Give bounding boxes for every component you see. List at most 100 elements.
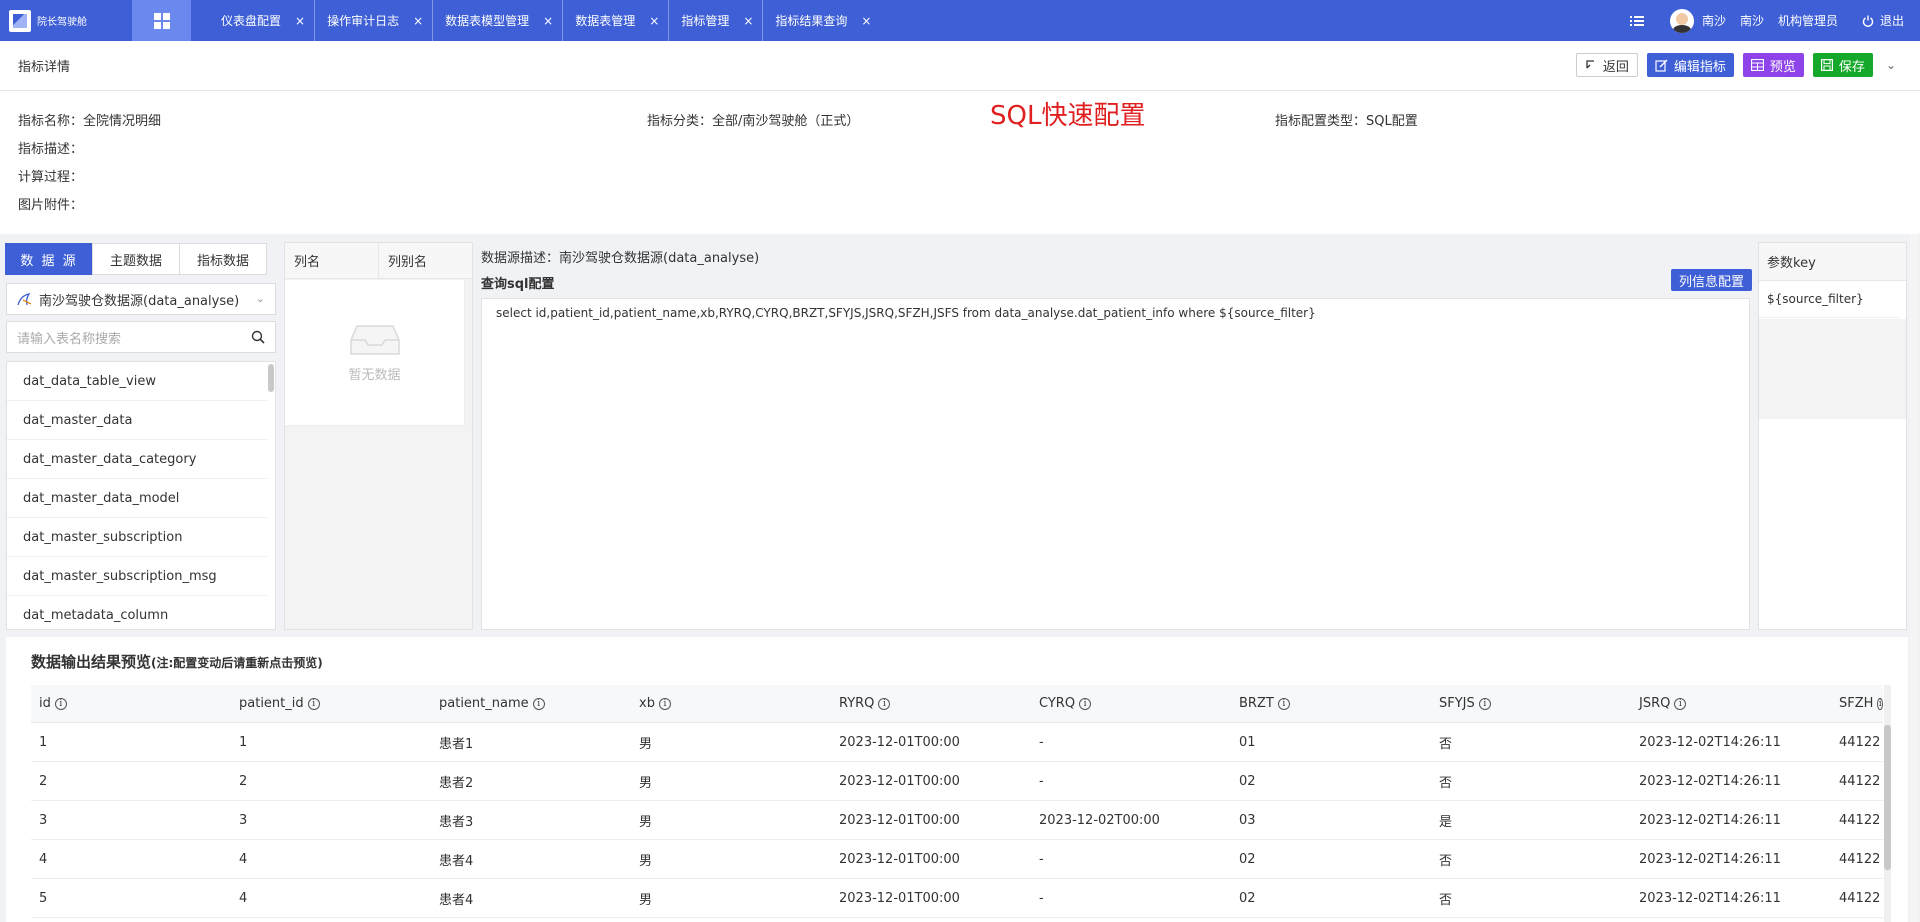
tab-audit-log[interactable]: 操作审计日志 × [314,0,432,41]
info-icon[interactable]: i [532,697,545,710]
table-cell: 男 [639,736,653,752]
database-icon [17,293,32,306]
empty-state: 暂无数据 [285,280,465,426]
info-icon[interactable]: i [54,697,67,710]
table-search-input[interactable]: 请输入表名称搜索 [6,321,276,353]
sql-text: select id,patient_id,patient_name,xb,RYR… [496,306,1316,320]
list-item[interactable]: dat_master_data [7,401,267,440]
tab-label: 指标管理 [681,14,730,28]
sql-label: 查询sql配置 [481,277,555,292]
close-icon[interactable]: × [743,14,753,28]
tab-datasource[interactable]: 数 据 源 [5,243,93,275]
table-cell: 2023-12-01T00:00 [839,890,960,906]
page-title: 指标详情 [18,60,71,75]
table-cell: 男 [639,775,653,791]
back-button[interactable]: 返回 [1575,53,1638,77]
table-cell: 1 [39,734,48,750]
info-icon[interactable]: i [878,697,891,710]
table-cell: 03 [1239,812,1256,828]
logout-label: 退出 [1879,14,1904,28]
search-placeholder: 请输入表名称搜索 [17,331,122,347]
preview-title-text: 数据输出结果预览 [31,653,152,671]
info-icon[interactable]: i [307,697,320,710]
empty-inbox-icon [349,325,400,355]
close-icon[interactable]: × [861,14,871,28]
column-header: id i [31,685,231,722]
edit-indicator-button[interactable]: 编辑指标 [1646,53,1734,77]
table-cell: 否 [1439,892,1453,908]
back-label: 返回 [1602,59,1629,75]
chevron-down-icon: ⌄ [255,292,265,305]
list-item[interactable]: dat_master_subscription [7,518,267,557]
tab-dashboard-config[interactable]: 仪表盘配置 × [191,0,314,41]
scrollbar[interactable] [268,364,274,392]
info-icon[interactable]: i [1079,697,1092,710]
close-icon[interactable]: × [543,14,553,28]
close-icon[interactable]: × [295,14,305,28]
preview-section: 数据输出结果预览(注:配置变动后请重新点击预览) id i patient_id i… [6,637,1908,922]
info-icon[interactable]: i [1277,697,1290,710]
column-header: SFZH i [1839,696,1883,711]
column-header: patient_id i [231,685,431,722]
app-logo[interactable]: 院长驾驶舱 [0,0,132,41]
table-cell: 44122 [1839,851,1881,867]
table-cell: - [1039,734,1044,750]
table-cell: 02 [1239,773,1256,789]
table-scrollbar[interactable] [1884,685,1891,922]
info-icon[interactable]: i [658,697,671,710]
col-alias-header: 列别名 [388,255,428,270]
table-cell: 患者2 [439,775,474,791]
table-cell: - [1039,851,1044,867]
tab-label: 操作审计日志 [327,14,400,28]
list-item[interactable]: dat_data_table_view [7,362,267,401]
preview-button[interactable]: 预览 [1742,53,1804,77]
column-header: JSRQ i [1631,685,1831,722]
info-icon[interactable]: i [1877,697,1883,710]
logout-button[interactable]: 退出 [1862,12,1904,29]
sql-editor[interactable]: select id,patient_id,patient_name,xb,RYR… [481,298,1750,630]
chevron-down-icon[interactable]: ⌄ [1886,58,1896,72]
tab-indicator-query[interactable]: 指标结果查询 × [762,0,880,41]
table-cell: 患者3 [439,814,474,830]
save-button[interactable]: 保存 [1812,53,1873,77]
info-icon[interactable]: i [1674,697,1687,710]
search-icon[interactable] [251,330,265,344]
source-tabs: 数 据 源 主题数据 指标数据 [5,243,267,275]
close-icon[interactable]: × [649,14,659,28]
list-item[interactable]: dat_metadata_column [7,596,267,629]
column-header: CYRQ i [1031,685,1231,722]
list-item[interactable]: dat_master_data_model [7,479,267,518]
edit-icon [1655,59,1668,72]
user-menu[interactable]: 南沙 [1669,8,1726,33]
datasource-value: 南沙驾驶仓数据源(data_analyse) [39,293,240,309]
table-cell: 2023-12-02T14:26:11 [1639,734,1781,750]
page-scrollbar[interactable] [1910,234,1918,922]
tab-indicator-manage[interactable]: 指标管理 × [668,0,762,41]
home-tab[interactable] [132,0,191,41]
list-icon[interactable] [1629,15,1644,27]
datasource-select[interactable]: 南沙驾驶仓数据源(data_analyse) ⌄ [6,283,276,315]
info-icon[interactable]: i [1478,697,1491,710]
param-item[interactable]: ${source_filter} [1759,281,1899,318]
tab-table-model[interactable]: 数据表模型管理 × [432,0,562,41]
table-cell: - [1039,890,1044,906]
column-header: SFYJS i [1431,685,1631,722]
table-cell: 2 [239,773,248,789]
tab-label: 指标结果查询 [775,14,848,28]
table-cell: 男 [639,892,653,908]
table-cell: 4 [239,851,248,867]
tab-label: 数据表模型管理 [445,14,530,28]
tab-indicator-data[interactable]: 指标数据 [179,243,267,275]
tab-table-manage[interactable]: 数据表管理 × [562,0,668,41]
column-info-button[interactable]: 列信息配置 [1670,269,1752,291]
tab-topic-data[interactable]: 主题数据 [92,243,180,275]
org-name: 南沙 [1739,14,1764,28]
table-cell: 患者1 [439,736,474,752]
close-icon[interactable]: × [413,14,423,28]
table-cell: 4 [39,851,48,867]
list-item[interactable]: dat_master_data_category [7,440,267,479]
list-item[interactable]: dat_master_subscription_msg [7,557,267,596]
table-cell: - [1039,773,1044,789]
column-header: RYRQ i [831,685,1031,722]
table-cell: 是 [1439,814,1453,830]
